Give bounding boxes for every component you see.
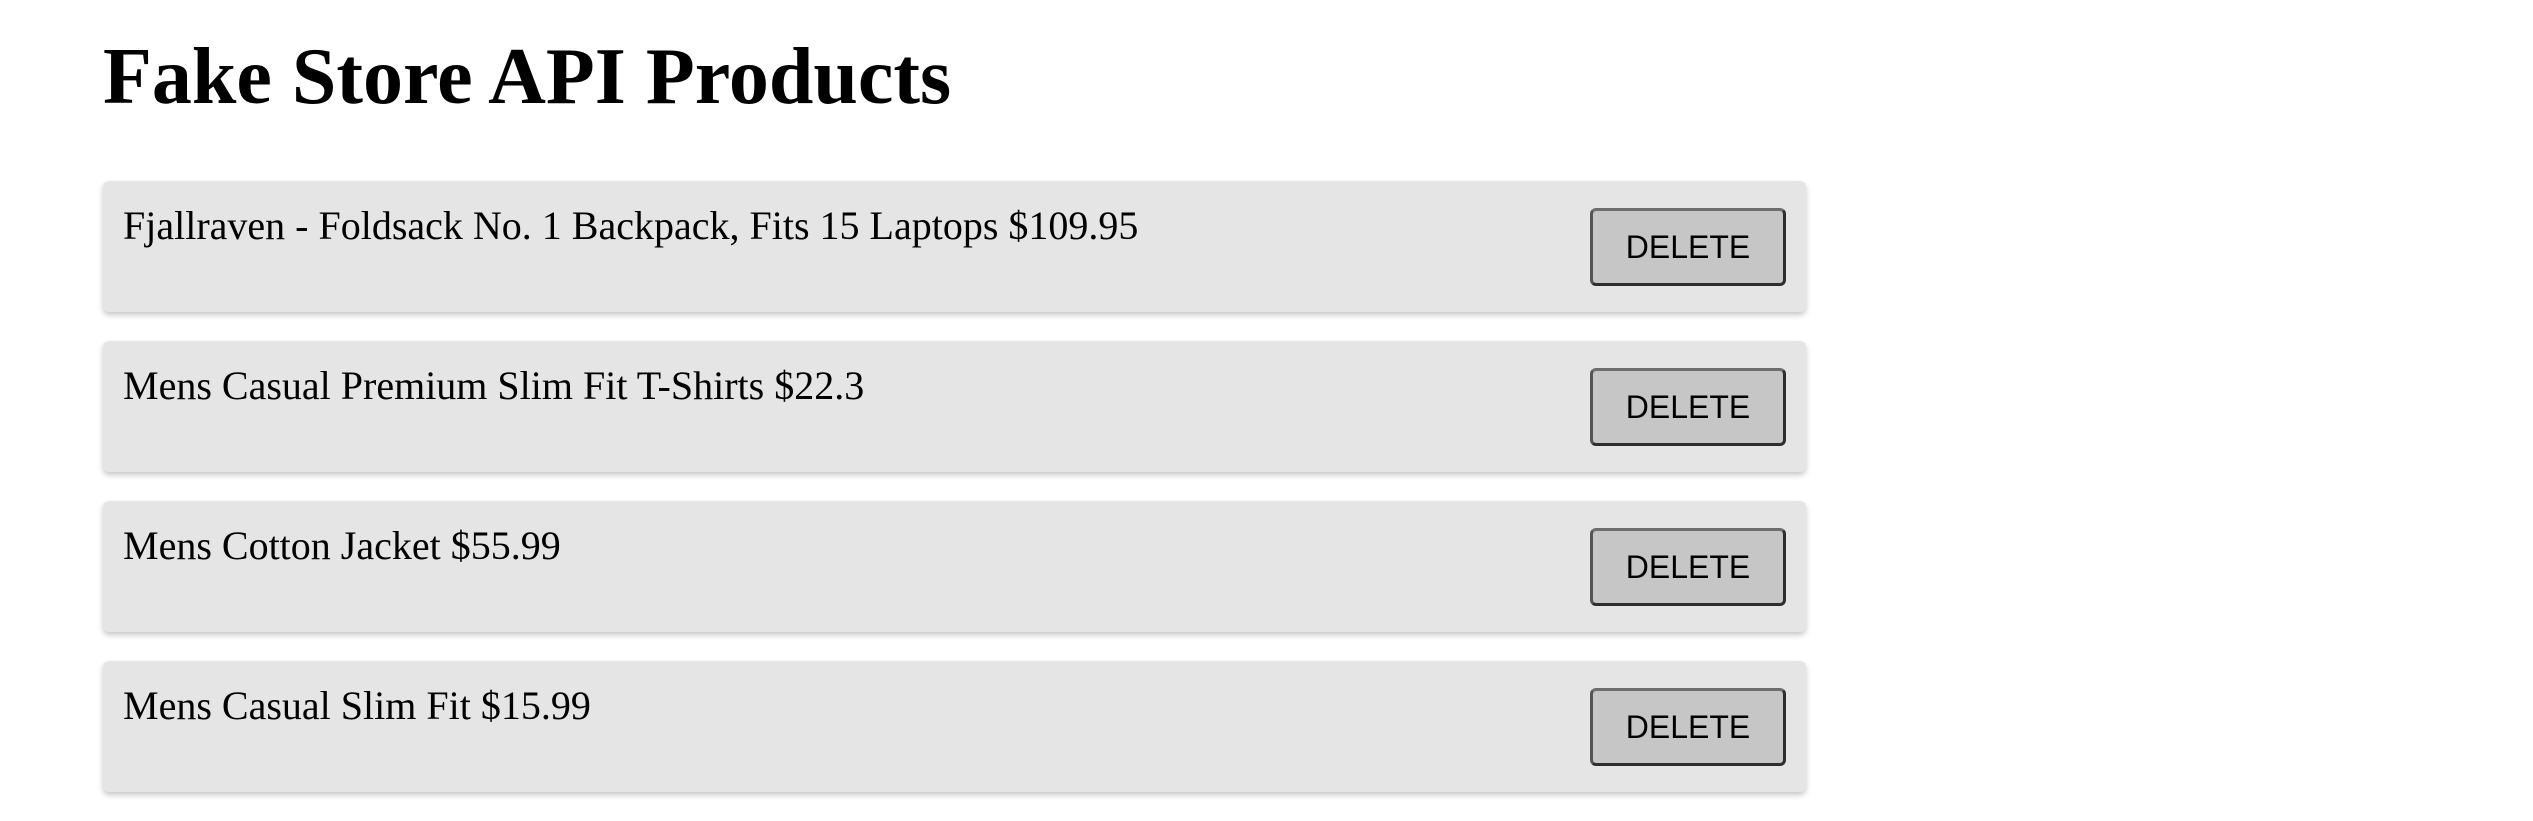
product-text: Mens Casual Slim Fit $15.99 [123, 683, 591, 728]
product-card: Mens Cotton Jacket $55.99 DELETE [103, 501, 1806, 632]
product-text: Mens Casual Premium Slim Fit T-Shirts $2… [123, 363, 865, 408]
page-title: Fake Store API Products [103, 33, 952, 121]
product-text: Mens Cotton Jacket $55.99 [123, 523, 561, 568]
product-card: Fjallraven - Foldsack No. 1 Backpack, Fi… [103, 181, 1806, 312]
product-list: Fjallraven - Foldsack No. 1 Backpack, Fi… [103, 181, 1806, 821]
product-card: Mens Casual Slim Fit $15.99 DELETE [103, 661, 1806, 792]
product-card: Mens Casual Premium Slim Fit T-Shirts $2… [103, 341, 1806, 472]
delete-button[interactable]: DELETE [1590, 208, 1786, 286]
delete-button[interactable]: DELETE [1590, 368, 1786, 446]
product-text: Fjallraven - Foldsack No. 1 Backpack, Fi… [123, 203, 1139, 248]
delete-button[interactable]: DELETE [1590, 688, 1786, 766]
delete-button[interactable]: DELETE [1590, 528, 1786, 606]
